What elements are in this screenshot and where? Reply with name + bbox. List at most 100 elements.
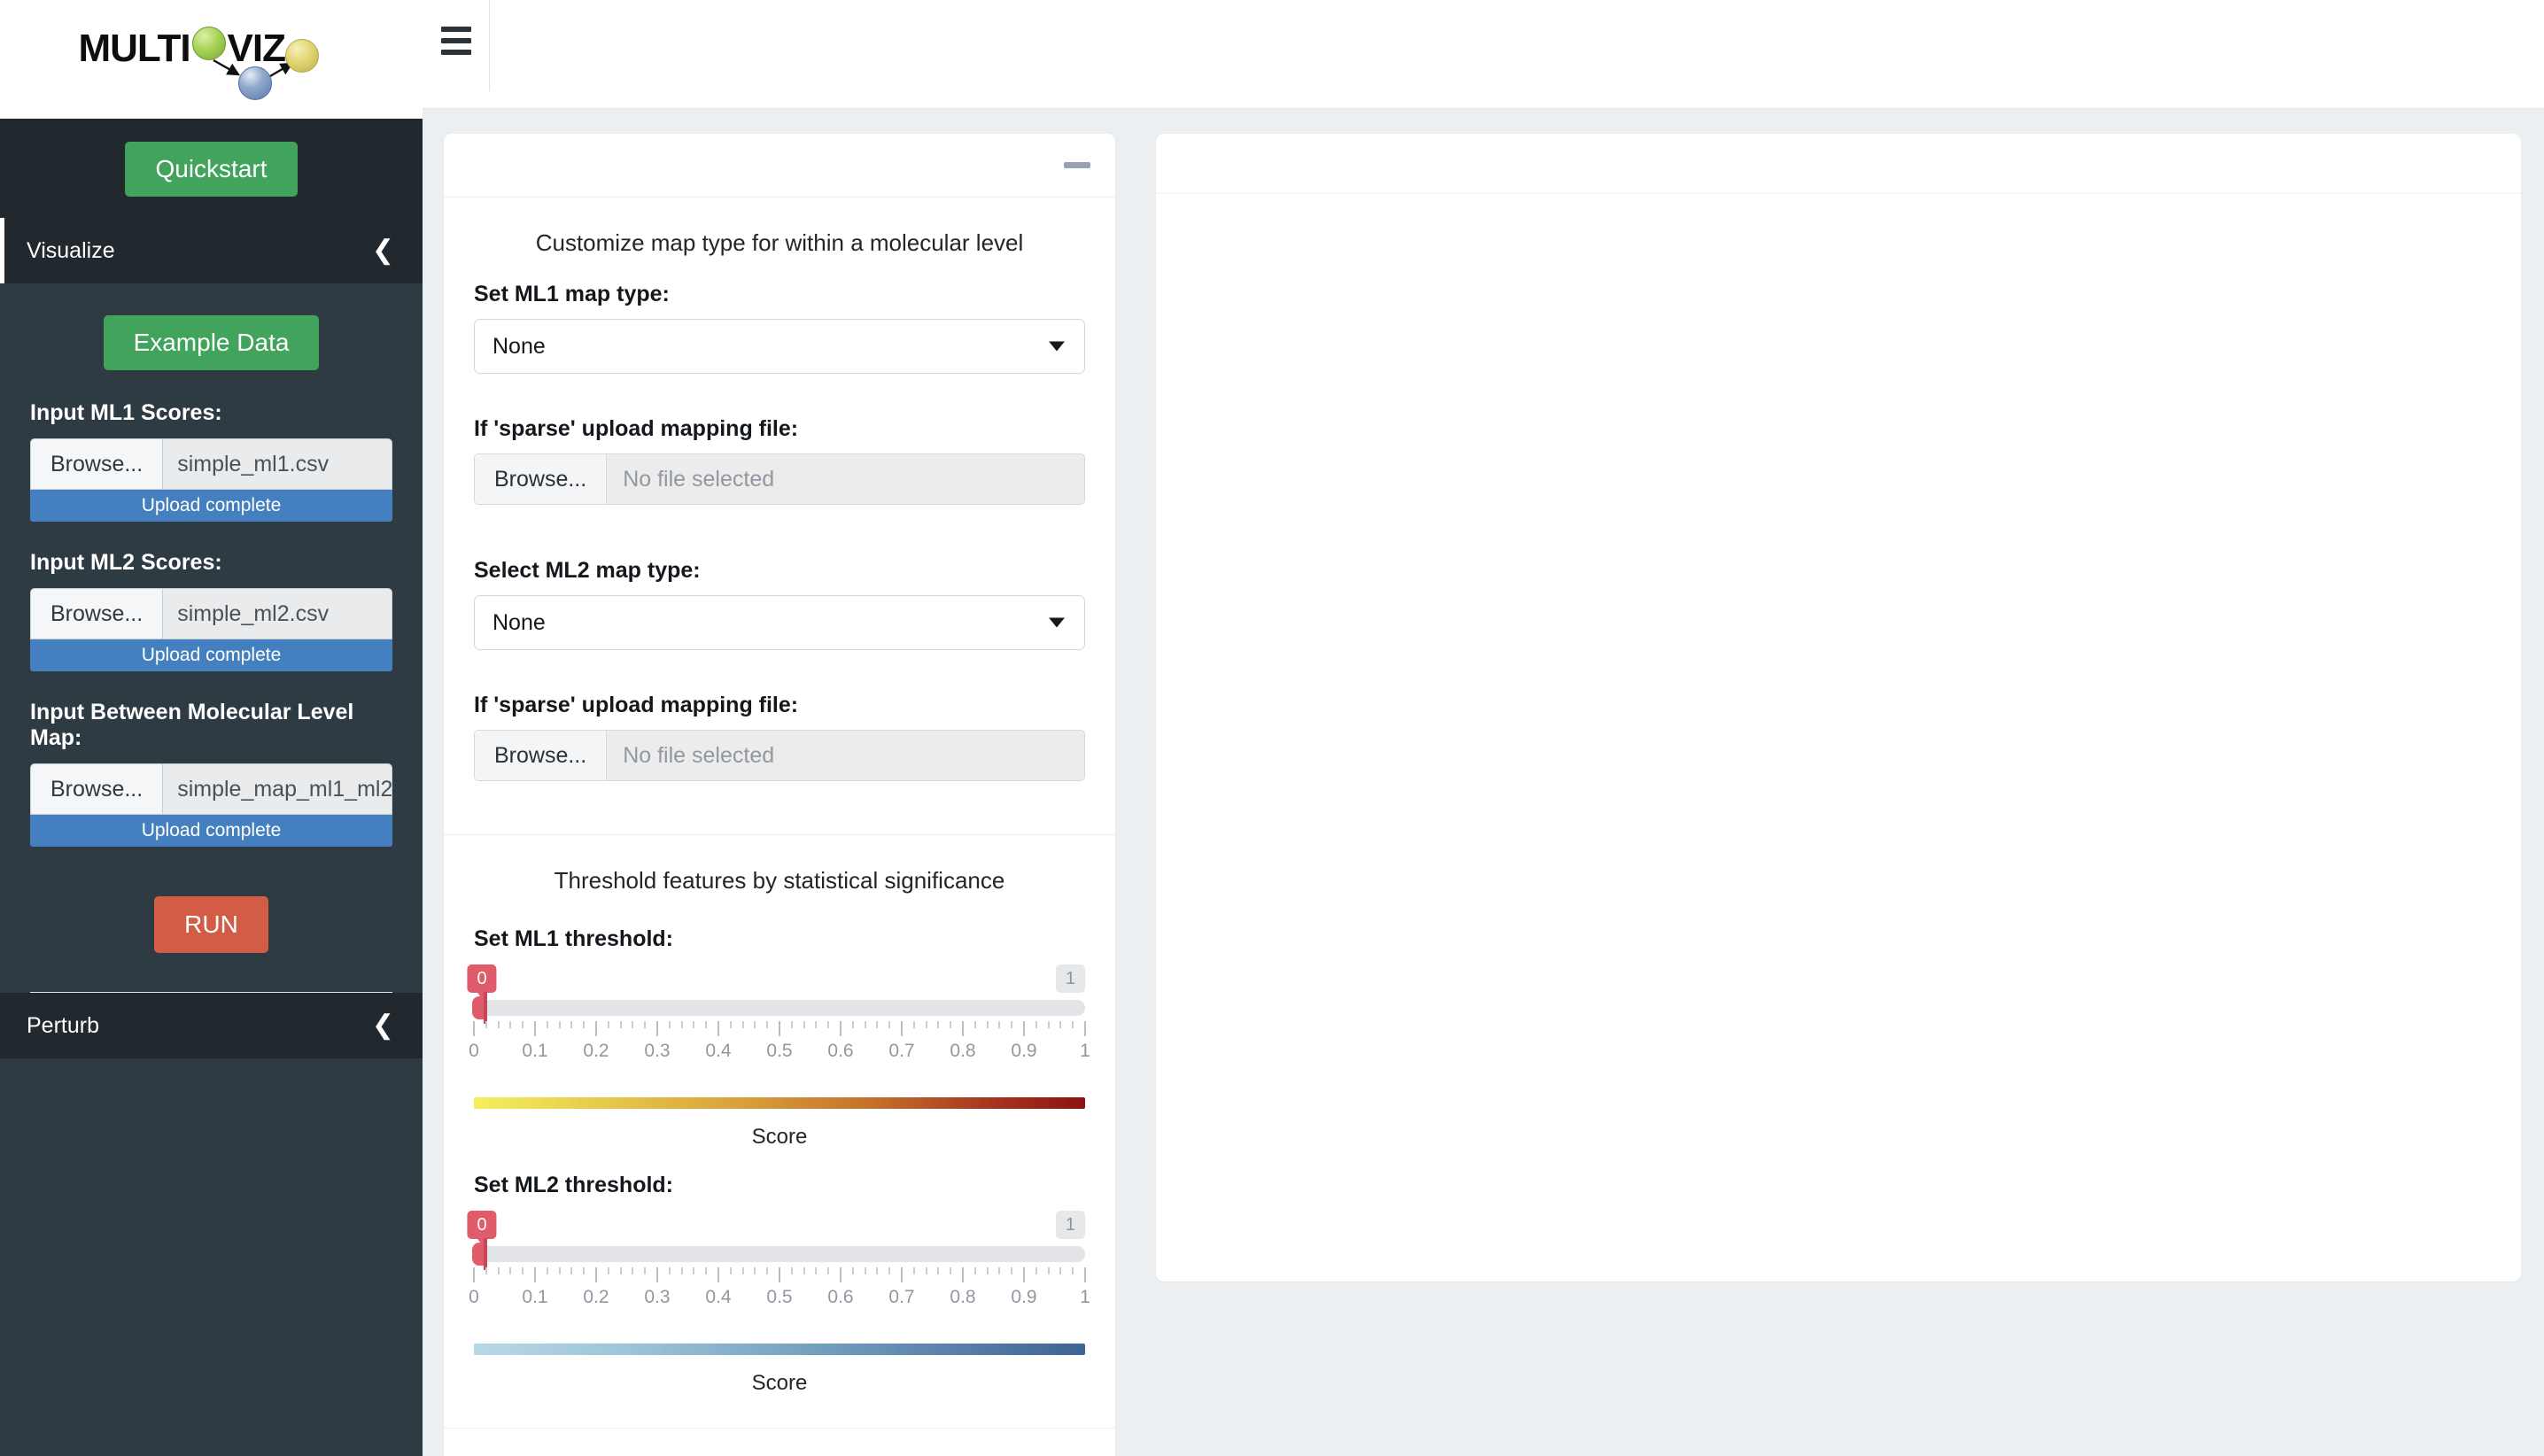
map-type-section: Customize map type for within a molecula…	[444, 197, 1115, 834]
example-data-button[interactable]: Example Data	[103, 315, 320, 370]
upload-between-map-input[interactable]: Browse... simple_map_ml1_ml2.cs	[30, 763, 392, 815]
slider-tick-minor	[766, 1021, 769, 1028]
logo-sphere-green	[191, 27, 226, 60]
slider-tick-minor	[925, 1021, 927, 1028]
ml1-threshold-track[interactable]	[474, 1000, 1085, 1016]
slider-tick-minor	[485, 1267, 487, 1274]
chevron-down-icon	[1049, 341, 1065, 352]
slider-tick-major	[1084, 1021, 1086, 1036]
upload-between-map-browse-button[interactable]: Browse...	[31, 764, 164, 814]
slider-tick-minor	[558, 1267, 561, 1274]
ml1-colorbar-caption: Score	[751, 1125, 808, 1149]
run-section: RUN	[30, 875, 392, 992]
upload-ml1-input[interactable]: Browse... simple_ml1.csv	[30, 438, 392, 490]
slider-tick-minor	[497, 1021, 500, 1028]
ml2-sparse-browse-button[interactable]: Browse...	[475, 731, 608, 780]
ml2-threshold-block: Set ML2 threshold: 0 1 0 0.1 0.2 0.3 0.4 0.5 0…	[467, 1173, 1090, 1396]
slider-tick-minor	[570, 1267, 573, 1274]
slider-tick-minor	[937, 1021, 940, 1028]
slider-tick-minor	[973, 1267, 976, 1274]
slider-tick-minor	[754, 1267, 756, 1274]
upload-ml1-browse-button[interactable]: Browse...	[31, 439, 164, 489]
upload-ml2-progress: Upload complete	[30, 639, 392, 671]
slider-tick-minor	[668, 1267, 671, 1274]
hamburger-bar	[440, 27, 471, 32]
ml2-threshold-slider[interactable]: 0 1	[467, 1211, 1085, 1270]
slider-tick-minor	[632, 1021, 634, 1028]
hamburger-icon[interactable]	[423, 0, 490, 91]
example-data-section: Example Data	[30, 303, 392, 400]
slider-tick-minor	[497, 1267, 500, 1274]
slider-tick-major	[901, 1267, 903, 1282]
upload-ml2-scores: Input ML2 Scores: Browse... simple_ml2.c…	[30, 550, 392, 671]
upload-ml2-browse-button[interactable]: Browse...	[31, 589, 164, 639]
slider-tick-major	[962, 1021, 964, 1036]
chevron-left-icon[interactable]: ❮	[372, 237, 394, 264]
slider-tick-major	[717, 1021, 719, 1036]
sidebar-item-perturb[interactable]: Perturb ❮	[0, 993, 423, 1058]
upload-ml2-filename: simple_ml2.csv	[177, 600, 330, 626]
run-button[interactable]: RUN	[154, 896, 268, 953]
slider-tick-label: 0.8	[950, 1041, 976, 1061]
slider-tick-label: 0.2	[583, 1287, 609, 1307]
quickstart-button[interactable]: Quickstart	[125, 142, 298, 197]
slider-tick-major	[1023, 1021, 1025, 1036]
slider-tick-minor	[888, 1267, 891, 1274]
slider-tick-label: 0.6	[827, 1287, 854, 1307]
slider-tick-minor	[1047, 1267, 1050, 1274]
chevron-left-icon[interactable]: ❮	[372, 1012, 394, 1039]
slider-tick-major	[840, 1267, 842, 1282]
sidebar: MULTI VIZ Quickstart Visualize ❮ Example…	[0, 0, 423, 1456]
slider-tick-minor	[509, 1021, 512, 1028]
slider-tick-major	[717, 1267, 719, 1282]
visualization-canvas[interactable]	[1156, 194, 2521, 1282]
slider-tick-minor	[509, 1267, 512, 1274]
slider-tick-minor	[546, 1267, 548, 1274]
ml2-sparse-file-input[interactable]: Browse... No file selected	[474, 730, 1085, 781]
slider-tick-major	[595, 1021, 597, 1036]
ml1-colorbar	[474, 1097, 1085, 1109]
ml2-threshold-track[interactable]	[474, 1246, 1085, 1262]
slider-tick-minor	[864, 1021, 866, 1028]
ml2-sparse-label: If 'sparse' upload mapping file:	[474, 693, 799, 717]
slider-tick-label: 0.6	[827, 1041, 854, 1061]
sidebar-item-perturb-label: Perturb	[27, 1012, 99, 1038]
ml1-threshold-slider[interactable]: 0 1	[467, 964, 1085, 1024]
slider-tick-label: 1	[1080, 1287, 1090, 1307]
app-root: MULTI VIZ Quickstart Visualize ❮ Example…	[0, 0, 2544, 1456]
slider-tick-label: 0.5	[766, 1041, 793, 1061]
slider-tick-minor	[986, 1021, 989, 1028]
slider-tick-minor	[570, 1021, 573, 1028]
ml1-map-type-select[interactable]: None	[474, 319, 1085, 374]
slider-tick-minor	[1059, 1267, 1062, 1274]
slider-tick-label: 0.4	[705, 1041, 732, 1061]
slider-tick-minor	[668, 1021, 671, 1028]
ml1-threshold-label: Set ML1 threshold:	[474, 926, 674, 951]
slider-tick-minor	[522, 1267, 524, 1274]
visualization-card-header	[1156, 134, 2521, 194]
slider-tick-label: 0.5	[766, 1287, 793, 1307]
slider-tick-minor	[693, 1267, 695, 1274]
ml1-sparse-browse-button[interactable]: Browse...	[475, 454, 608, 504]
slider-tick-minor	[766, 1267, 769, 1274]
slider-tick-minor	[607, 1021, 609, 1028]
multiviz-logo: MULTI VIZ	[79, 19, 345, 100]
slider-tick-minor	[632, 1267, 634, 1274]
ml2-colorbar	[474, 1344, 1085, 1355]
upload-ml2-input[interactable]: Browse... simple_ml2.csv	[30, 588, 392, 639]
logo-sphere-blue	[237, 66, 272, 100]
slider-tick-major	[473, 1267, 475, 1282]
ml2-threshold-handle-line	[484, 1238, 487, 1270]
sidebar-item-visualize[interactable]: Visualize ❮	[0, 218, 423, 283]
slider-tick-minor	[741, 1267, 744, 1274]
ml2-map-type-select[interactable]: None	[474, 595, 1085, 650]
slider-tick-minor	[851, 1021, 854, 1028]
topbar	[423, 0, 2544, 109]
slider-tick-major	[1023, 1267, 1025, 1282]
slider-tick-minor	[1011, 1021, 1013, 1028]
ml1-threshold-max-badge: 1	[1055, 964, 1085, 993]
ml1-sparse-file-input[interactable]: Browse... No file selected	[474, 453, 1085, 505]
slider-tick-major	[534, 1021, 536, 1036]
minimize-icon[interactable]	[1064, 162, 1090, 168]
